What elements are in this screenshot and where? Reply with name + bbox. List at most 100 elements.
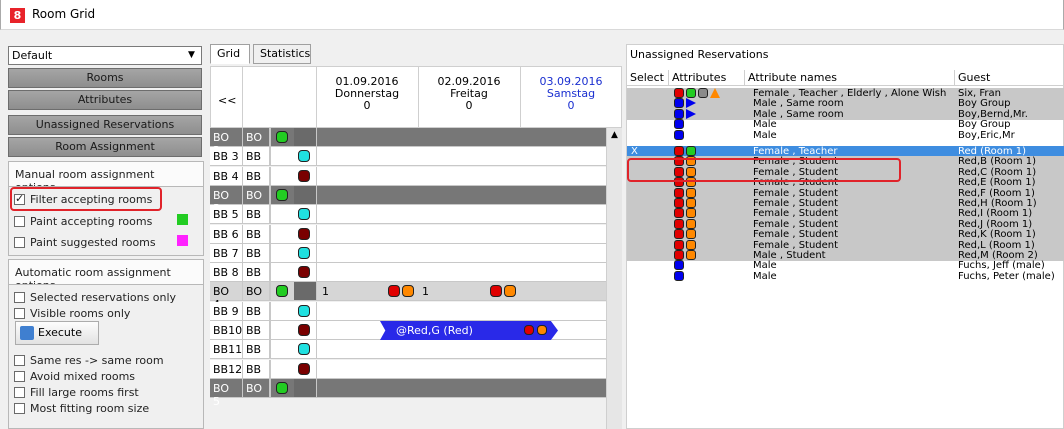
- grid-row[interactable]: BB11 BB: [210, 340, 606, 360]
- day-column-2[interactable]: 02.09.2016 Freitag 0: [418, 76, 520, 112]
- reservation-row[interactable]: Female , Student Red,I (Room 1): [627, 208, 1064, 220]
- grid-scrollbar[interactable]: ▲: [606, 128, 622, 429]
- selected-reservations-only-option[interactable]: Selected reservations only: [14, 291, 176, 304]
- reservation-row[interactable]: X Female , Teacher Red (Room 1): [627, 146, 1064, 157]
- reservation-row[interactable]: Female , Student Red,L (Room 1): [627, 239, 1064, 251]
- red-attribute-icon: [674, 229, 684, 240]
- day-count: 0: [363, 99, 371, 112]
- guest-cell: Six, Fran: [958, 88, 1002, 99]
- chevron-down-icon[interactable]: ▼: [184, 48, 199, 63]
- divider: [270, 378, 271, 397]
- paint-suggested-rooms-option[interactable]: Paint suggested rooms: [14, 236, 156, 249]
- tab-grid[interactable]: Grid: [210, 44, 250, 64]
- option-label: Visible rooms only: [30, 307, 131, 320]
- grid-row[interactable]: BB 5 BB: [210, 205, 606, 225]
- reservation-row[interactable]: Male , Same room Boy,Bernd,Mr.: [627, 108, 1064, 120]
- checkbox[interactable]: [14, 237, 25, 248]
- col-guest[interactable]: Guest: [955, 70, 1064, 86]
- guest-cell: Red,C (Room 1): [958, 166, 1037, 178]
- grid-row[interactable]: BO 5 BO: [210, 378, 606, 408]
- window-title: Room Grid: [32, 7, 96, 21]
- day-count-cell: 1: [422, 285, 429, 299]
- divider: [316, 321, 317, 339]
- day-column-1[interactable]: 01.09.2016 Donnerstag 0: [316, 76, 418, 112]
- checkbox[interactable]: [14, 387, 25, 398]
- reservation-row[interactable]: Male Boy,Eric,Mr: [627, 129, 1064, 141]
- grid-row[interactable]: BO 2BO: [210, 128, 606, 157]
- checkbox[interactable]: [14, 216, 25, 227]
- room-type: BB: [243, 205, 270, 224]
- nav-rooms[interactable]: Rooms: [8, 68, 202, 88]
- guest-cell: Red,E (Room 1): [958, 177, 1036, 189]
- scroll-up-icon[interactable]: ▲: [607, 128, 622, 140]
- checkbox[interactable]: [14, 403, 25, 414]
- grid-row[interactable]: BB 3 BB: [210, 147, 606, 167]
- reservation-row[interactable]: Female , Teacher , Elderly , Alone Wish S…: [627, 88, 1064, 99]
- paint-accepting-rooms-option[interactable]: Paint accepting rooms: [14, 215, 152, 228]
- reservation-row[interactable]: Female , Student Red,J (Room 1): [627, 218, 1064, 230]
- checkbox[interactable]: [14, 371, 25, 382]
- grid-row[interactable]: BB12 BB: [210, 359, 606, 379]
- checkbox[interactable]: [14, 308, 25, 319]
- same-res-same-room-option[interactable]: Same res -> same room: [14, 354, 164, 367]
- attribute-names-cell: Female , Student: [753, 218, 839, 230]
- day-column-3[interactable]: 03.09.2016 Samstag 0: [520, 76, 622, 112]
- nav-unassigned-reservations[interactable]: Unassigned Reservations: [8, 115, 202, 135]
- divider: [270, 185, 271, 204]
- visible-rooms-only-option[interactable]: Visible rooms only: [14, 307, 130, 320]
- room-type: BO: [243, 185, 270, 204]
- col-attributes[interactable]: Attributes: [669, 70, 745, 86]
- reservation-row[interactable]: Male Boy Group: [627, 119, 1064, 130]
- fill-large-rooms-first-option[interactable]: Fill large rooms first: [14, 386, 139, 399]
- darkred-attribute-icon: [298, 362, 310, 375]
- reservation-row[interactable]: Female , Student Red,H (Room 1): [627, 198, 1064, 209]
- most-fitting-room-size-option[interactable]: Most fitting room size: [14, 402, 149, 415]
- reservation-row[interactable]: Male Fuchs, Jeff (male): [627, 260, 1064, 271]
- attribute-names-cell: Female , Student: [753, 229, 839, 241]
- grid-row[interactable]: BO 3BO: [210, 185, 606, 215]
- reservation-row[interactable]: Male Fuchs, Peter (male): [627, 270, 1064, 282]
- grid-row[interactable]: BB 9 BB: [210, 301, 606, 321]
- auto-options-title: Automatic room assignment options: [8, 259, 204, 292]
- divider: [270, 263, 271, 282]
- grey-cell: [294, 378, 316, 397]
- room-name: BO 3: [210, 185, 243, 215]
- grid-row[interactable]: BB 6 BB: [210, 224, 606, 244]
- prev-button[interactable]: <<: [218, 94, 248, 107]
- reservation-row[interactable]: Male , Student Red,M (Room 2): [627, 250, 1064, 261]
- select-cell[interactable]: X: [631, 146, 638, 157]
- avoid-mixed-rooms-option[interactable]: Avoid mixed rooms: [14, 370, 135, 383]
- grid-row[interactable]: BB 7 BB: [210, 243, 606, 263]
- tab-statistics[interactable]: Statistics: [253, 44, 311, 64]
- darkred-attribute-icon: [298, 324, 310, 336]
- day-count: 0: [567, 99, 575, 112]
- orange-attribute-icon: [504, 285, 516, 298]
- grid-row[interactable]: BB 4 BB: [210, 166, 606, 186]
- red-attribute-icon: [524, 325, 534, 335]
- layout-combo[interactable]: Default ▼: [8, 46, 202, 65]
- col-select[interactable]: Select: [627, 70, 669, 86]
- room-name: BO 5: [210, 378, 243, 408]
- col-attribute-names[interactable]: Attribute names: [745, 70, 955, 86]
- divider: [270, 359, 271, 378]
- triangle-attribute-icon: [710, 88, 720, 98]
- attribute-names-cell: Male , Same room: [753, 108, 844, 120]
- reservation-row[interactable]: Female , Student Red,F (Room 1): [627, 187, 1064, 199]
- grid-row[interactable]: BO 4BO 1 1: [210, 282, 606, 311]
- orange-attribute-icon: [686, 187, 696, 198]
- option-label: Avoid mixed rooms: [30, 370, 136, 383]
- darkred-attribute-icon: [298, 169, 310, 182]
- room-name: BB 3: [210, 147, 243, 166]
- execute-button[interactable]: Execute: [15, 321, 99, 345]
- nav-room-assignment[interactable]: Room Assignment: [8, 137, 202, 157]
- divider: [316, 243, 317, 262]
- highlight-box: [10, 187, 162, 211]
- grid-row[interactable]: BB 8 BB: [210, 263, 606, 283]
- checkbox[interactable]: [14, 355, 25, 366]
- divider: [270, 340, 271, 359]
- reservation-row[interactable]: Female , Student Red,K (Room 1): [627, 229, 1064, 241]
- checkbox[interactable]: [14, 292, 25, 303]
- reservation-row[interactable]: Male , Same room Boy Group: [627, 98, 1064, 110]
- attribute-names-cell: Female , Student: [753, 187, 839, 199]
- nav-attributes[interactable]: Attributes: [8, 90, 202, 110]
